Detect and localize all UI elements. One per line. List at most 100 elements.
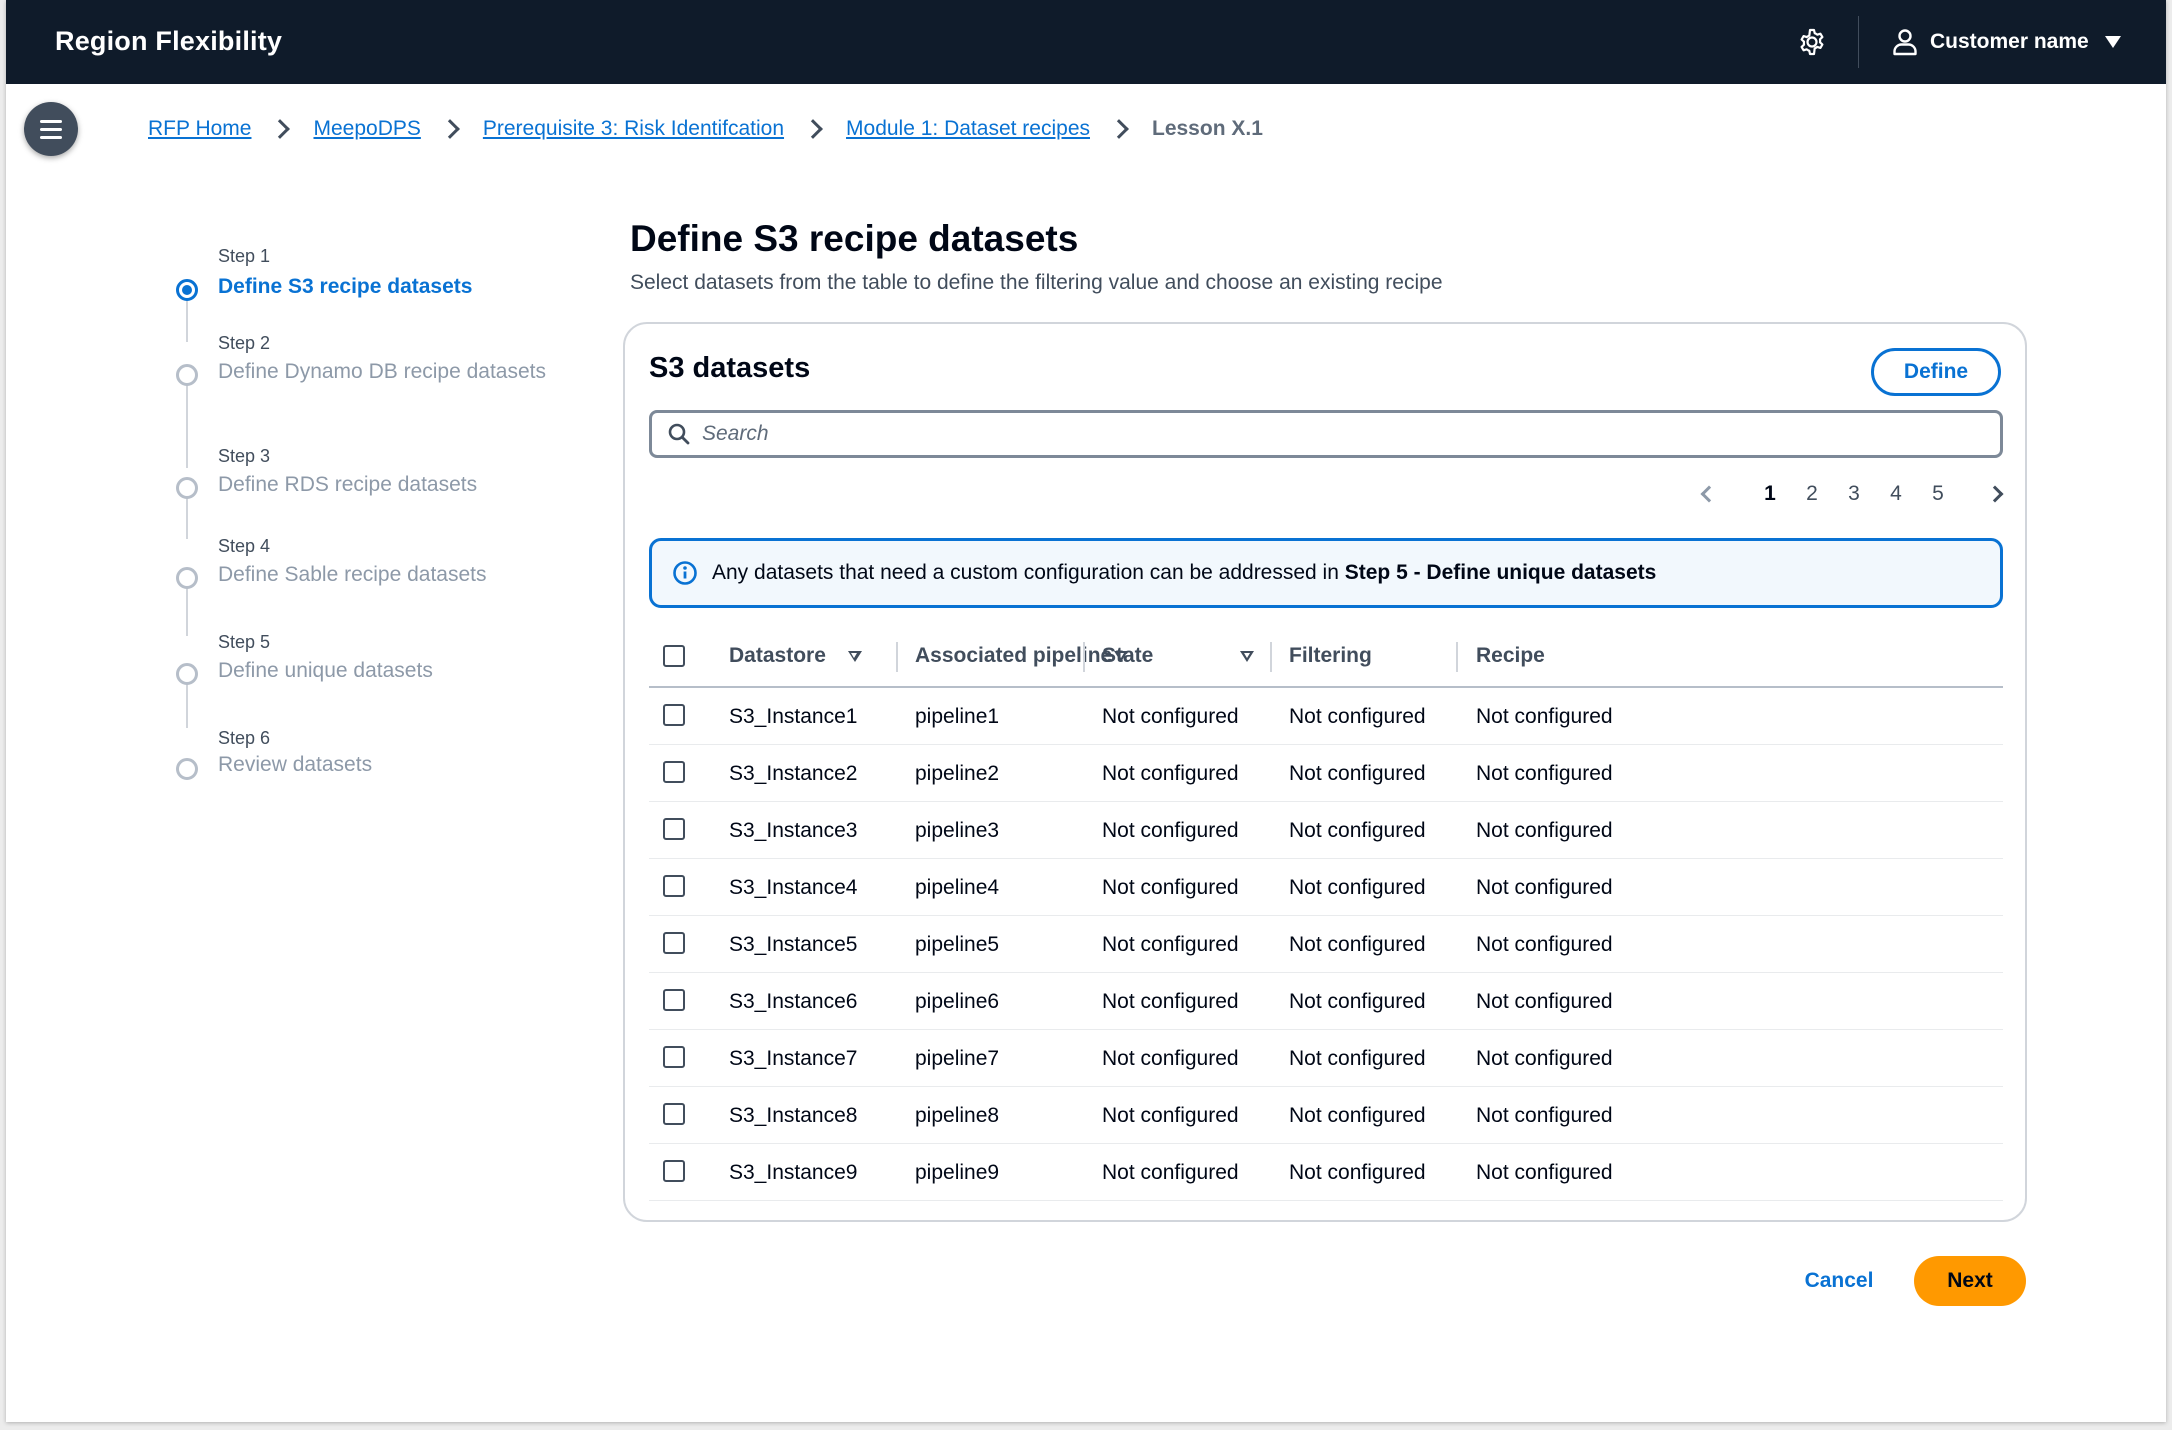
column-divider [1270,642,1272,672]
table-cell: Not configured [1102,761,1239,785]
table-cell: Not configured [1289,932,1426,956]
table-cell: S3_Instance9 [729,1160,858,1184]
row-checkbox[interactable] [663,818,685,840]
user-icon [1893,29,1917,56]
column-divider [1083,642,1085,672]
step-pending-icon [176,364,198,386]
table-body: S3_Instance1 pipeline1 Not configured Not c… [649,688,2003,1201]
row-checkbox[interactable] [663,1103,685,1125]
table-row[interactable]: S3_Instance5 pipeline5 Not configured Not c… [649,916,2003,973]
table-cell: Not configured [1289,989,1426,1013]
sort-icon[interactable] [1240,650,1254,662]
app-frame: Region Flexibility Customer name RFP Hom… [6,0,2166,1422]
table-cell: Not configured [1476,818,1613,842]
app-title[interactable]: Region Flexibility [55,26,282,57]
breadcrumb-prerequisite-3[interactable]: Prerequisite 3: Risk Identifcation [483,117,784,141]
chevron-right-icon [1109,119,1129,139]
breadcrumb-current: Lesson X.1 [1152,117,1263,140]
breadcrumb: RFP Home MeepoDPS Prerequisite 3: Risk I… [148,117,1263,141]
step-connector [186,682,188,728]
row-checkbox[interactable] [663,704,685,726]
table-cell: Not configured [1476,875,1613,899]
step-label: Define Sable recipe datasets [218,563,487,586]
alert-text: Any datasets that need a custom configur… [712,561,1345,584]
breadcrumb-rfp-home[interactable]: RFP Home [148,117,251,141]
hamburger-icon-bar [40,127,62,131]
user-name: Customer name [1930,30,2089,53]
chevron-right-icon [803,119,823,139]
row-checkbox[interactable] [663,875,685,897]
define-button[interactable]: Define [1871,348,2001,396]
table-cell: Not configured [1102,1103,1239,1127]
column-header-pipeline[interactable]: Associated pipeline [915,626,1129,686]
row-checkbox[interactable] [663,989,685,1011]
table-cell: S3_Instance2 [729,761,858,785]
table-cell: pipeline2 [915,761,1000,785]
table-row[interactable]: S3_Instance3 pipeline3 Not configured Not c… [649,802,2003,859]
table-row[interactable]: S3_Instance6 pipeline6 Not configured Not c… [649,973,2003,1030]
row-checkbox[interactable] [663,1046,685,1068]
step-number: Step 2 [218,333,271,353]
column-header-datastore[interactable]: Datastore [729,626,862,686]
topbar-divider [1858,16,1859,68]
column-header-state[interactable]: State [1102,626,1270,686]
select-all-checkbox[interactable] [663,645,685,667]
user-menu[interactable]: Customer name [1892,22,2121,62]
table-row[interactable]: S3_Instance1 pipeline1 Not configured Not c… [649,688,2003,745]
column-divider [1456,642,1458,672]
table-cell: Not configured [1289,704,1426,728]
page-number-2[interactable]: 2 [1791,482,1833,506]
table-cell: S3_Instance1 [729,704,858,728]
table-row[interactable]: S3_Instance8 pipeline8 Not configured Not c… [649,1087,2003,1144]
step-number: Step 4 [218,536,271,556]
row-checkbox[interactable] [663,1160,685,1182]
table-cell: Not configured [1289,875,1426,899]
table-cell: Not configured [1102,1160,1239,1184]
page-number-1[interactable]: 1 [1749,482,1791,506]
step-connector [186,587,188,636]
column-header-label: State [1102,644,1154,667]
table-row[interactable]: S3_Instance7 pipeline7 Not configured Not c… [649,1030,2003,1087]
chevron-right-icon[interactable] [1986,485,2004,503]
cancel-button[interactable]: Cancel [1776,1257,1902,1305]
column-header-filtering: Filtering [1289,626,1372,686]
step-label: Review datasets [218,753,373,776]
page-number-3[interactable]: 3 [1833,482,1875,506]
table-row[interactable]: S3_Instance2 pipeline2 Not configured Not c… [649,745,2003,802]
table-cell: pipeline9 [915,1160,1000,1184]
page-number-4[interactable]: 4 [1875,482,1917,506]
search-icon [668,423,690,445]
chevron-left-icon[interactable] [1700,485,1718,503]
table-row[interactable]: S3_Instance4 pipeline4 Not configured Not c… [649,859,2003,916]
column-divider [896,642,898,672]
table-cell: pipeline1 [915,704,1000,728]
row-checkbox[interactable] [663,932,685,954]
table-cell: Not configured [1476,932,1613,956]
step-number: Step 5 [218,632,271,652]
gear-icon[interactable] [1796,26,1828,58]
table-header: Datastore Associated pipeline State Filt… [649,626,2003,688]
table-row[interactable]: S3_Instance9 pipeline9 Not configured Not c… [649,1144,2003,1201]
table-cell: Not configured [1102,932,1239,956]
pagination: 1 2 3 4 5 [1700,482,2004,506]
table-cell: Not configured [1289,1046,1426,1070]
row-checkbox[interactable] [663,761,685,783]
column-header-label: Datastore [729,644,826,667]
table-cell: Not configured [1102,1046,1239,1070]
table-cell: Not configured [1476,1046,1613,1070]
next-button[interactable]: Next [1914,1256,2026,1306]
breadcrumb-module-1[interactable]: Module 1: Dataset recipes [846,117,1090,141]
sort-icon[interactable] [847,650,862,662]
page-number-5[interactable]: 5 [1917,482,1959,506]
search-input[interactable] [702,422,1982,446]
caret-down-icon [2104,36,2121,48]
table-cell: pipeline4 [915,875,1000,899]
search-field[interactable] [649,410,2003,458]
info-alert: Any datasets that need a custom configur… [649,538,2003,608]
table-cell: Not configured [1289,761,1426,785]
step-connector [186,384,188,468]
table-cell: Not configured [1102,989,1239,1013]
menu-button[interactable] [24,102,78,156]
step-label: Define RDS recipe datasets [218,473,478,496]
breadcrumb-meepodps[interactable]: MeepoDPS [313,117,420,141]
